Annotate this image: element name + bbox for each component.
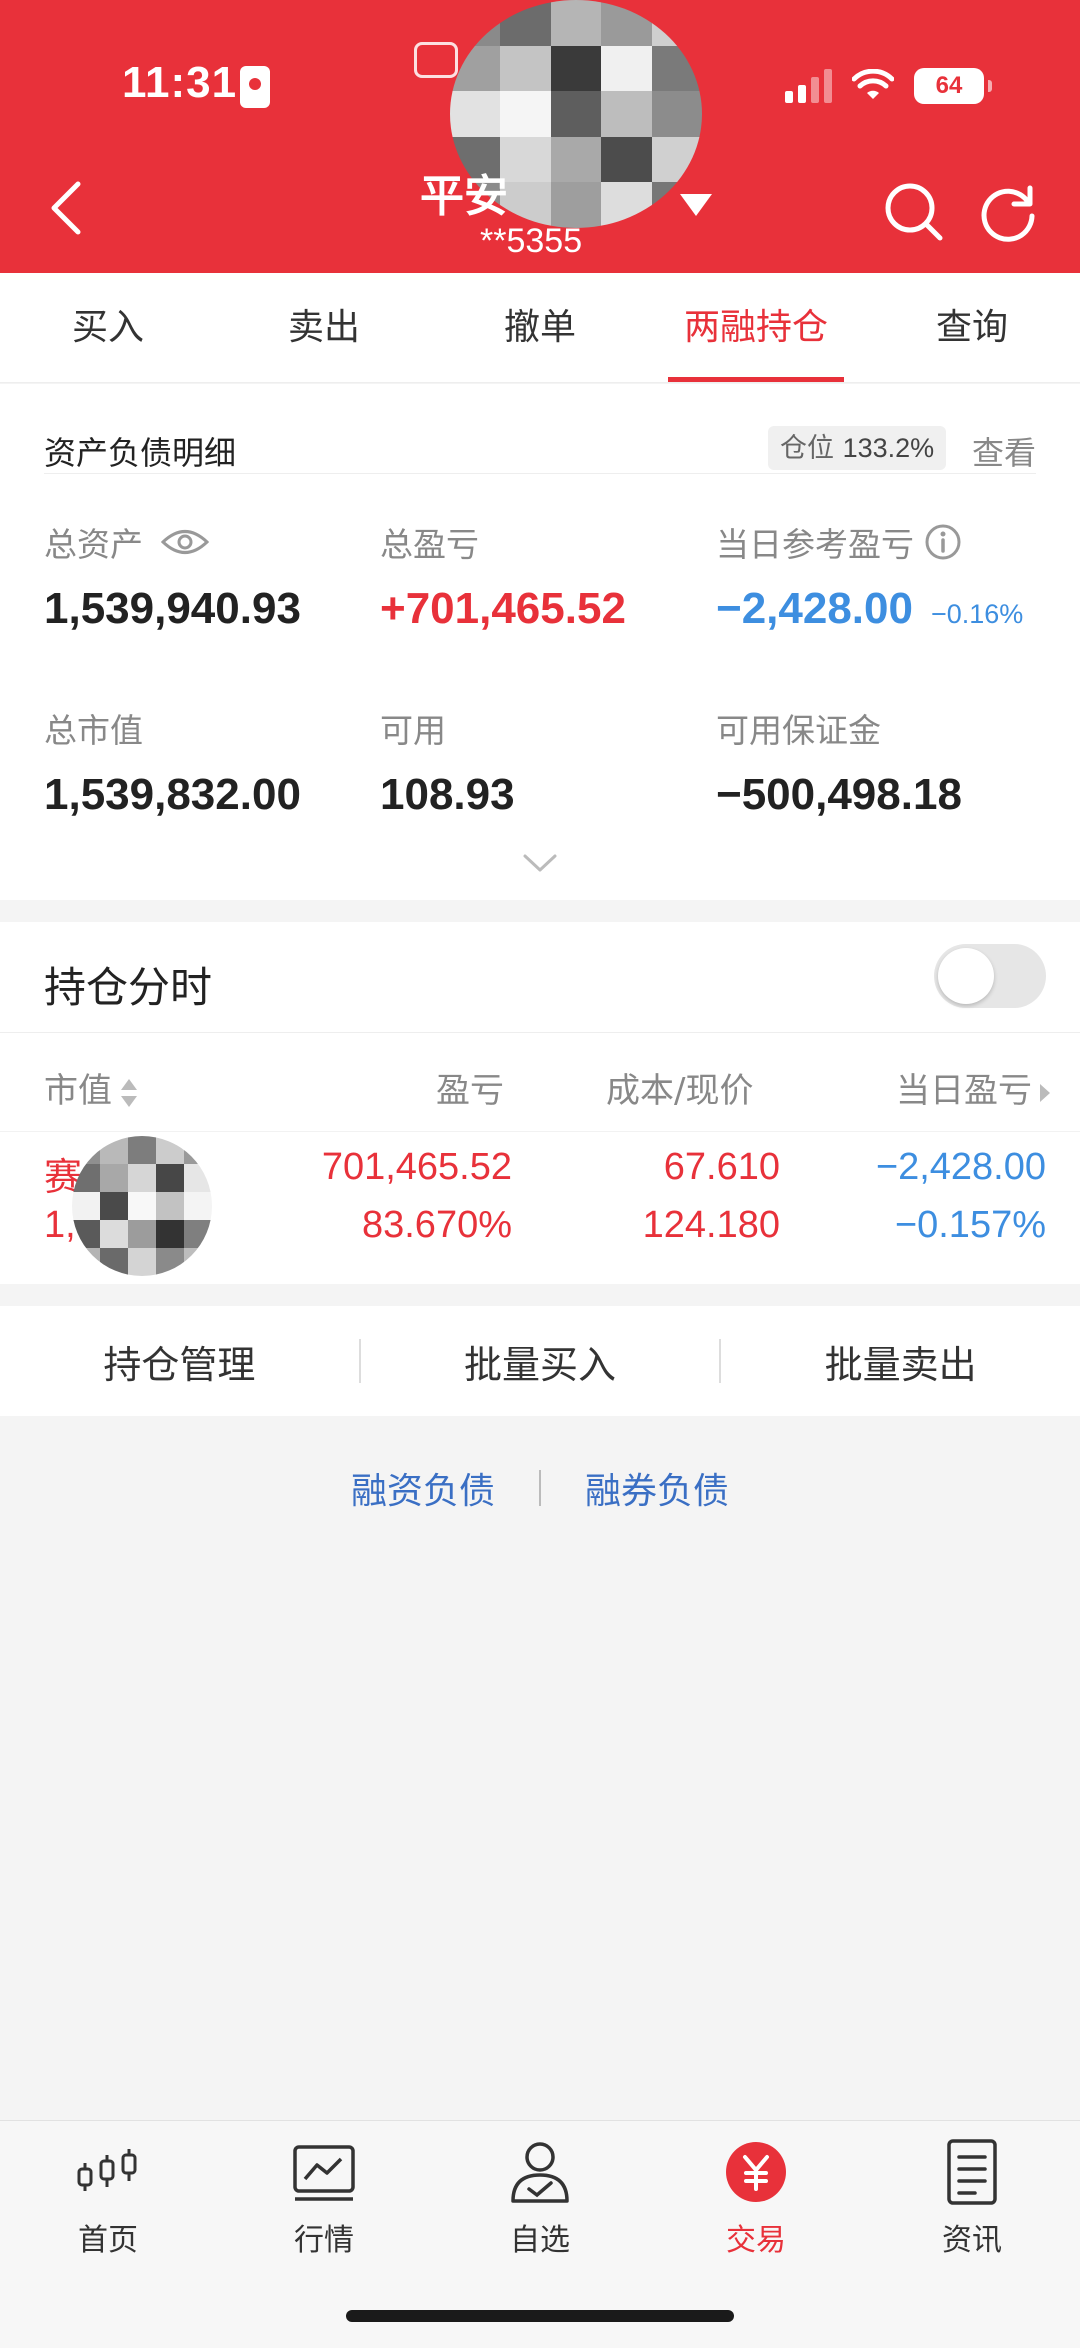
col-pl[interactable]: 盈亏 <box>436 1063 504 1112</box>
stock-pl: 701,465.52 <box>321 1146 512 1188</box>
chevron-down-icon[interactable] <box>678 190 714 220</box>
eye-icon[interactable] <box>161 527 209 557</box>
stock-day-pl: −2,428.00 <box>875 1146 1046 1188</box>
metric-total-assets: 总资产 1,539,940.93 <box>44 518 301 634</box>
col-market-value[interactable]: 市值 <box>44 1063 140 1112</box>
day-pl-value: −2,428.00 <box>716 584 913 633</box>
nav-trade[interactable]: 交易 <box>648 2137 864 2259</box>
nav-market-label: 行情 <box>294 2223 354 2258</box>
margin-label: 可用保证金 <box>716 711 881 750</box>
pixelated-stock-logo <box>72 1136 212 1276</box>
tab-margin-positions[interactable]: 两融持仓 <box>648 273 864 382</box>
batch-sell-button[interactable]: 批量卖出 <box>721 1334 1080 1389</box>
status-time: 11:31 <box>122 58 238 107</box>
metric-margin: 可用保证金 −500,498.18 <box>716 704 962 820</box>
app-logo-icon <box>414 42 458 78</box>
account-number: **5355 <box>480 222 583 260</box>
total-pl-value: +701,465.52 <box>380 584 626 633</box>
position-value: 133.2% <box>842 433 935 463</box>
trade-tabs: 买入 卖出 撤单 两融持仓 查询 <box>0 273 1080 383</box>
toggle-knob <box>938 948 994 1004</box>
metric-day-pl: 当日参考盈亏 −2,428.00 −0.16% <box>716 518 1023 634</box>
col-day-pl-label: 当日盈亏 <box>896 1071 1032 1111</box>
divider <box>539 1470 541 1506</box>
liability-links: 融资负债 融券负债 <box>0 1462 1080 1514</box>
securities-lending-debt-link[interactable]: 融券负债 <box>585 1462 729 1514</box>
info-icon[interactable] <box>924 523 962 561</box>
stock-cost: 67.610 <box>663 1146 780 1188</box>
manage-positions-button[interactable]: 持仓管理 <box>0 1334 359 1389</box>
tab-cancel-order[interactable]: 撤单 <box>432 273 648 382</box>
total-pl-label: 总盈亏 <box>380 525 479 564</box>
refresh-icon[interactable] <box>978 180 1038 242</box>
stock-price: 124.180 <box>642 1204 780 1246</box>
back-icon[interactable] <box>46 180 86 236</box>
day-pl-percent: −0.16% <box>930 599 1024 629</box>
document-icon <box>947 2139 997 2205</box>
nav-watchlist-label: 自选 <box>510 2223 570 2258</box>
margin-value: −500,498.18 <box>716 770 962 819</box>
nav-watchlist[interactable]: 自选 <box>432 2137 648 2259</box>
candlestick-icon <box>77 2149 137 2191</box>
asset-summary-card: 资产负债明细 仓位 133.2% 查看 总资产 1,539,940.93 总盈亏… <box>0 384 1080 900</box>
cellular-signal-icon <box>785 69 832 103</box>
asset-title: 资产负债明细 <box>44 434 237 472</box>
batch-buy-button[interactable]: 批量买入 <box>361 1334 720 1389</box>
col-market-value-label: 市值 <box>44 1071 112 1111</box>
day-pl-label: 当日参考盈亏 <box>716 525 914 564</box>
view-link[interactable]: 查看 <box>972 428 1036 474</box>
chevron-right-icon <box>1040 1083 1050 1102</box>
holdings-column-header: 市值 盈亏 成本/现价 当日盈亏 <box>0 1032 1080 1132</box>
holdings-actions: 持仓管理 批量买入 批量卖出 <box>0 1306 1080 1416</box>
col-cost-price[interactable]: 成本/现价 <box>606 1063 753 1112</box>
page-title[interactable]: 平安 <box>420 160 508 224</box>
user-check-icon <box>511 2142 569 2203</box>
battery-indicator: 64 <box>914 68 992 104</box>
home-indicator[interactable] <box>346 2310 734 2322</box>
nav-trade-label: 交易 <box>726 2223 786 2258</box>
search-icon[interactable] <box>882 180 944 242</box>
position-ratio-badge: 仓位 133.2% <box>768 426 947 470</box>
available-value: 108.93 <box>380 770 515 819</box>
position-label: 仓位 <box>780 433 834 464</box>
sort-icon <box>121 1078 137 1107</box>
nav-home-label: 首页 <box>78 2223 138 2258</box>
intraday-toggle[interactable] <box>934 944 1046 1008</box>
nav-market[interactable]: 行情 <box>216 2137 432 2259</box>
available-label: 可用 <box>380 711 446 750</box>
nav-home[interactable]: 首页 <box>0 2137 216 2259</box>
col-day-pl[interactable]: 当日盈亏 <box>896 1063 1052 1112</box>
chart-icon <box>293 2145 355 2201</box>
nav-news[interactable]: 资讯 <box>864 2137 1080 2259</box>
market-value-label: 总市值 <box>44 711 143 750</box>
margin-financing-debt-link[interactable]: 融资负债 <box>351 1462 495 1514</box>
nav-news-label: 资讯 <box>942 2223 1002 2258</box>
wifi-icon <box>852 69 894 99</box>
stock-day-pl-percent: −0.157% <box>894 1204 1046 1246</box>
id-card-icon <box>240 66 270 108</box>
tab-sell[interactable]: 卖出 <box>216 273 432 382</box>
metric-available: 可用 108.93 <box>380 704 515 820</box>
metric-market-value: 总市值 1,539,832.00 <box>44 704 301 820</box>
stock-pl-percent: 83.670% <box>361 1204 512 1246</box>
status-icons: 64 <box>785 68 992 104</box>
yuan-icon <box>726 2142 786 2202</box>
tab-buy[interactable]: 买入 <box>0 273 216 382</box>
holdings-title: 持仓分时 <box>44 963 213 1012</box>
market-value-value: 1,539,832.00 <box>44 770 301 819</box>
asset-header: 资产负债明细 仓位 133.2% 查看 <box>44 406 1036 474</box>
total-assets-value: 1,539,940.93 <box>44 584 301 633</box>
tab-query[interactable]: 查询 <box>864 273 1080 382</box>
metric-total-pl: 总盈亏 +701,465.52 <box>380 518 626 634</box>
total-assets-label: 总资产 <box>44 525 143 564</box>
expand-chevron-icon[interactable] <box>522 852 558 876</box>
app-header: 11:31 64 平安 **5355 <box>0 0 1080 273</box>
